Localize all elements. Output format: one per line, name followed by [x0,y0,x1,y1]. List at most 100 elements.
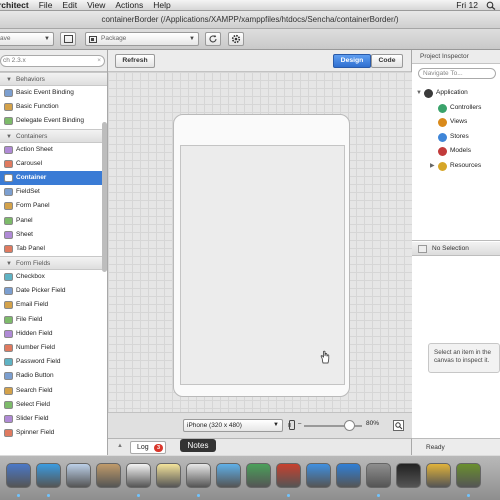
photos-icon[interactable] [96,463,121,488]
window-title: containerBorder (/Applications/XAMPP/xam… [0,11,500,29]
toolbox-item[interactable]: Delegate Event Binding [0,114,107,128]
refresh-button[interactable]: Refresh [115,54,155,68]
save-select[interactable]: ave ▼ [0,32,54,46]
toolbox-item[interactable]: Tab Panel [0,242,107,256]
toolbox-item[interactable]: FieldSet [0,185,107,199]
toolbox-item-label: Basic Event Binding [16,89,74,96]
toolbox-item[interactable]: Select Field [0,398,107,412]
menubar-clock[interactable]: Fri 12 [456,0,478,11]
container-component[interactable] [180,145,345,385]
device-size-select[interactable]: iPhone (320 x 480) ▼ [183,419,283,432]
textedit-icon[interactable] [186,463,211,488]
running-indicator [287,494,290,497]
toolbox-item[interactable]: Basic Function [0,100,107,114]
tree-node-views[interactable]: Views [412,115,500,130]
disclosure-triangle-icon[interactable]: ▶ [430,159,435,174]
facetime-icon[interactable] [246,463,271,488]
toolbox-item[interactable]: Hidden Field [0,327,107,341]
component-icon [4,329,13,338]
toolbox-scrollbar[interactable] [102,122,107,272]
fit-zoom-icon[interactable] [393,420,404,431]
navigate-to-input[interactable]: Navigate To... [418,68,496,79]
safari-icon[interactable] [36,463,61,488]
disclosure-triangle-icon[interactable]: ▼ [6,130,12,144]
app-menu[interactable]: rchitect [0,0,29,10]
finder-icon[interactable] [6,463,31,488]
save-select-label: ave [0,35,11,42]
component-icon [418,245,427,253]
toolbox-item[interactable]: Search Field [0,384,107,398]
device-orientation-icon[interactable] [288,420,297,430]
toolbox-item[interactable]: Password Field [0,355,107,369]
component-icon [4,429,13,438]
toolbox-item[interactable]: Date Picker Field [0,284,107,298]
app-store-icon[interactable] [336,463,361,488]
chrome-icon[interactable] [426,463,451,488]
tree-node-stores[interactable]: Stores [412,130,500,145]
toolbox-category[interactable]: ▼ Form Fields [0,256,107,271]
toolbox-item[interactable]: Basic Event Binding [0,86,107,100]
views-icon [438,118,447,127]
toolbox-item[interactable]: Sheet [0,228,107,242]
toolbox-item[interactable]: Carousel [0,157,107,171]
component-icon [4,173,13,182]
spotlight-icon[interactable] [486,1,496,10]
toolbox-item[interactable]: Panel [0,214,107,228]
system-preferences-icon[interactable] [366,463,391,488]
inspector-divider[interactable] [412,240,500,241]
menu-file[interactable]: File [39,0,53,10]
tree-node-resources[interactable]: ▶ Resources [412,159,500,174]
toolbox-item-label: Slider Field [16,414,49,422]
toolbox-item[interactable]: Number Field [0,341,107,355]
messages-icon[interactable] [216,463,241,488]
zoom-slider-knob[interactable] [344,420,355,431]
tree-node-models[interactable]: Models [412,144,500,159]
canvas-grid[interactable] [108,72,412,412]
toolbox-item[interactable]: Container [0,170,107,186]
tree-node-label: Controllers [450,103,482,111]
toolbox-item-label: Search Field [16,386,53,394]
tree-node-application[interactable]: ▼ Application [412,86,500,101]
notes-icon[interactable] [156,463,181,488]
terminal-icon[interactable] [396,463,421,488]
toolbox-item-label: Radio Button [16,372,54,380]
collapse-log-icon[interactable]: ▲ [117,443,123,449]
toolbox-item-label: Hidden Field [16,329,53,337]
config-header: No Selection [412,242,500,256]
refresh-toolbar-button[interactable] [205,32,221,46]
toolbox-item[interactable]: Slider Field [0,412,107,426]
menu-actions[interactable]: Actions [115,0,143,10]
sencha-architect-icon[interactable] [456,463,481,488]
refresh-icon [209,34,217,43]
clear-icon[interactable]: × [97,56,101,66]
toolbox-item[interactable]: Radio Button [0,369,107,383]
toolbox-category[interactable]: ▼ Behaviors [0,72,107,86]
toolbox-item[interactable]: Checkbox [0,270,107,284]
disclosure-triangle-icon[interactable]: ▼ [416,86,422,101]
tree-node-controllers[interactable]: Controllers [412,101,500,116]
mail-icon[interactable] [66,463,91,488]
toolbox-item[interactable]: Spinner Field [0,426,107,440]
menu-edit[interactable]: Edit [62,0,77,10]
layout-toggle-button[interactable] [60,32,76,46]
zoom-out-icon[interactable]: – [298,421,301,427]
disclosure-triangle-icon[interactable]: ▼ [6,73,12,87]
toolbox-item[interactable]: Email Field [0,298,107,312]
design-tab[interactable]: Design [333,54,371,68]
toolbox-item[interactable]: Form Panel [0,199,107,213]
toolbox-item[interactable]: File Field [0,313,107,327]
menu-view[interactable]: View [87,0,105,10]
log-bar: ▲ Log 3 [108,438,412,455]
toolbox-category[interactable]: ▼ Containers [0,128,107,144]
photo-booth-icon[interactable] [276,463,301,488]
hand-cursor-icon [320,350,330,364]
toolbox-item[interactable]: Action Sheet [0,143,107,157]
package-select[interactable]: Package ▼ [85,32,199,46]
toolbox-filter-input[interactable]: ch 2.3.x × [0,55,105,67]
itunes-icon[interactable] [306,463,331,488]
calendar-icon[interactable] [126,463,151,488]
disclosure-triangle-icon[interactable]: ▼ [6,257,12,271]
settings-button[interactable] [228,32,244,46]
menu-help[interactable]: Help [153,0,170,10]
code-tab[interactable]: Code [371,54,403,68]
